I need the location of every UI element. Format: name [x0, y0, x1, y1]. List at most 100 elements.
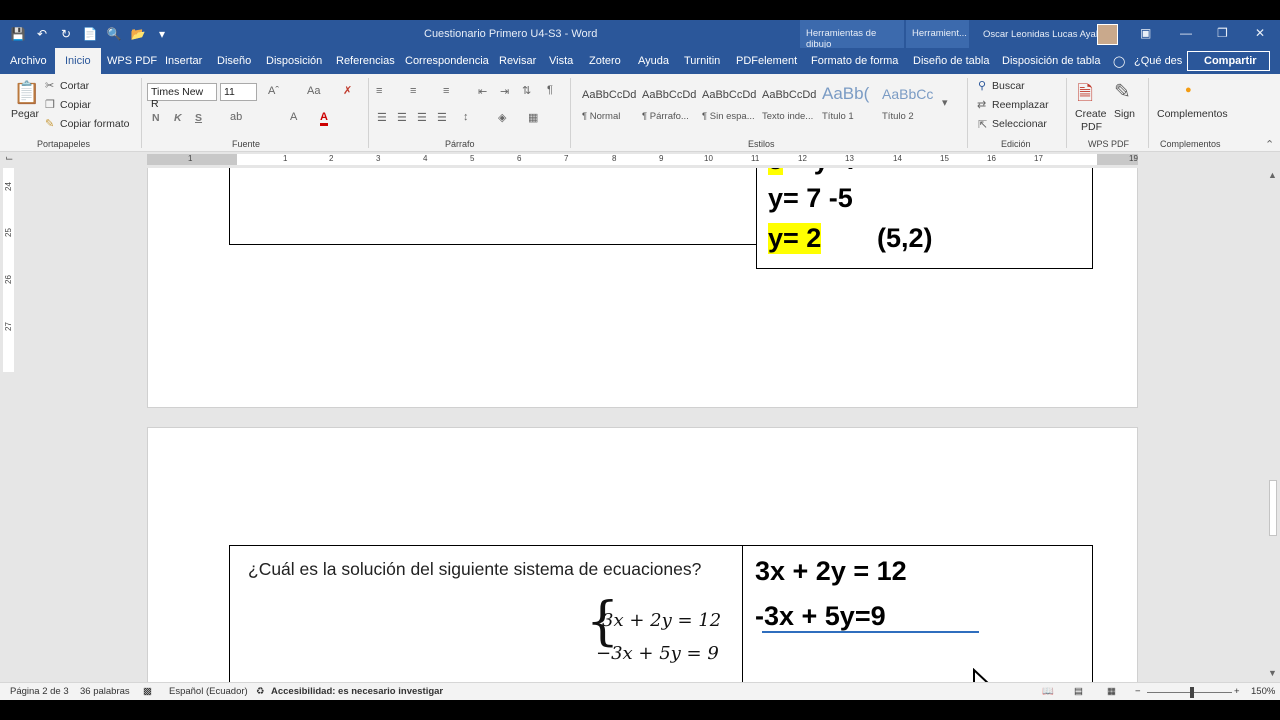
accessibility-status[interactable]: Accesibilidad: es necesario investigar	[271, 686, 443, 697]
tab-insertar[interactable]: Insertar	[165, 55, 202, 67]
zoom-out-icon[interactable]: −	[1135, 686, 1141, 697]
tab-ayuda[interactable]: Ayuda	[638, 55, 669, 67]
close-icon[interactable]: ✕	[1255, 26, 1265, 40]
print-layout-icon[interactable]: ▤	[1074, 686, 1083, 697]
new-document-icon[interactable]: 📄	[82, 26, 98, 42]
page-2[interactable]: ¿Cuál es la solución del siguiente siste…	[147, 427, 1138, 682]
scrollbar-thumb[interactable]	[1269, 480, 1277, 536]
print-preview-icon[interactable]: 🔍	[106, 26, 122, 42]
open-folder-icon[interactable]: 📂	[130, 26, 146, 42]
user-name[interactable]: Oscar Leonidas Lucas Ayala	[983, 29, 1103, 40]
lightbulb-icon[interactable]: ◯	[1113, 55, 1125, 68]
addins-icon[interactable]: ●	[1185, 84, 1192, 96]
style-texto-independiente[interactable]: AaBbCcDd Texto inde...	[758, 82, 816, 128]
replace-icon[interactable]: ⇄	[977, 98, 986, 111]
tab-selector-icon[interactable]: ⌙	[5, 153, 13, 164]
create-pdf-button[interactable]: Create	[1075, 108, 1107, 120]
zoom-level[interactable]: 150%	[1251, 686, 1275, 697]
format-painter-button[interactable]: Copiar formato	[60, 118, 129, 130]
style-normal[interactable]: AaBbCcDd ¶ Normal	[578, 82, 636, 128]
zoom-in-icon[interactable]: +	[1234, 686, 1240, 697]
style-parrafo[interactable]: AaBbCcDd ¶ Párrafo...	[638, 82, 696, 128]
web-layout-icon[interactable]: ▦	[1107, 686, 1116, 697]
tell-me-search[interactable]: ¿Qué des	[1134, 55, 1182, 67]
align-right-icon[interactable]: ☰	[417, 111, 427, 124]
tab-correspondencia[interactable]: Correspondencia	[405, 55, 489, 67]
search-icon[interactable]: ⚲	[978, 79, 986, 92]
shading-icon[interactable]: ◈	[498, 111, 506, 124]
avatar[interactable]	[1097, 24, 1118, 45]
tab-wps-pdf[interactable]: WPS PDF	[107, 55, 157, 67]
italic-button[interactable]: K	[174, 112, 182, 124]
align-left-icon[interactable]: ☰	[377, 111, 387, 124]
tab-disposicion-de-tabla[interactable]: Disposición de tabla	[1002, 55, 1100, 67]
restore-icon[interactable]: ❐	[1217, 26, 1228, 40]
font-name-combo[interactable]: Times New R	[147, 83, 217, 110]
sort-icon[interactable]: ⇅	[522, 84, 531, 97]
font-size-combo[interactable]: 11	[220, 83, 257, 101]
strikethrough-icon[interactable]: ab	[230, 111, 242, 123]
addins-button[interactable]: Complementos	[1157, 108, 1228, 120]
bullets-icon[interactable]: ≡	[376, 85, 382, 97]
tab-diseno[interactable]: Diseño	[217, 55, 251, 67]
zoom-slider-thumb[interactable]	[1190, 687, 1194, 698]
minimize-icon[interactable]: —	[1180, 26, 1192, 40]
page-indicator[interactable]: Página 2 de 3	[10, 686, 69, 697]
format-painter-icon[interactable]: ✎	[45, 117, 54, 130]
horizontal-ruler[interactable]: 1 1 2 3 4 5 6 7 8 9 10 11 12 13 14 15 16…	[147, 154, 1138, 165]
tab-turnitin[interactable]: Turnitin	[684, 55, 720, 67]
tab-formato-de-forma[interactable]: Formato de forma	[811, 55, 898, 67]
tab-revisar[interactable]: Revisar	[499, 55, 536, 67]
proofing-icon[interactable]: ▩	[143, 686, 152, 697]
tab-referencias[interactable]: Referencias	[336, 55, 395, 67]
underline-shape[interactable]	[762, 631, 979, 633]
styles-more-icon[interactable]: ▾	[942, 96, 948, 109]
tab-diseno-de-tabla[interactable]: Diseño de tabla	[913, 55, 989, 67]
vertical-scrollbar[interactable]: ▲ ▼	[1266, 168, 1280, 682]
align-center-icon[interactable]: ☰	[397, 111, 407, 124]
bold-button[interactable]: N	[152, 112, 160, 124]
copy-button[interactable]: Copiar	[60, 99, 91, 111]
increase-indent-icon[interactable]: ⇥	[500, 85, 509, 98]
share-button[interactable]: Compartir	[1187, 51, 1270, 71]
redo-icon[interactable]: ↻	[58, 26, 74, 42]
underline-button[interactable]: S	[195, 112, 202, 124]
grow-font-icon[interactable]: Aˆ	[268, 85, 279, 97]
decrease-indent-icon[interactable]: ⇤	[478, 85, 487, 98]
justify-icon[interactable]: ☰	[437, 111, 447, 124]
context-tab-table-tools[interactable]: Herramient...	[906, 20, 969, 48]
read-mode-icon[interactable]: 📖	[1042, 686, 1054, 697]
collapse-ribbon-icon[interactable]: ⌃	[1265, 138, 1274, 151]
answer-cell[interactable]: 3x + 2y = 12 -3x + 5y=9	[742, 545, 1093, 682]
question-cell[interactable]: ¿Cuál es la solución del siguiente siste…	[229, 545, 743, 682]
word-count[interactable]: 36 palabras	[80, 686, 130, 697]
change-case-icon[interactable]: Aa	[307, 85, 320, 97]
style-titulo-2[interactable]: AaBbCc Título 2	[878, 82, 936, 128]
undo-icon[interactable]: ↶	[34, 26, 50, 42]
replace-button[interactable]: Reemplazar	[992, 99, 1049, 111]
table-cell-left[interactable]	[229, 168, 757, 245]
customize-icon[interactable]: ▾	[154, 26, 170, 42]
table-cell-right[interactable]: 5 + y=7 y= 7 -5 y= 2 (5,2)	[756, 168, 1093, 269]
language-indicator[interactable]: Español (Ecuador)	[169, 686, 248, 697]
tab-vista[interactable]: Vista	[549, 55, 573, 67]
save-icon[interactable]: 💾	[10, 26, 26, 42]
style-titulo-1[interactable]: AaBb( Título 1	[818, 82, 876, 128]
scroll-down-icon[interactable]: ▼	[1268, 668, 1277, 678]
sign-icon[interactable]: ✎	[1114, 79, 1131, 104]
clear-format-icon[interactable]: ✗	[343, 84, 352, 97]
page-1[interactable]: 5 + y=7 y= 7 -5 y= 2 (5,2)	[147, 168, 1138, 408]
sign-button[interactable]: Sign	[1114, 108, 1135, 120]
select-button[interactable]: Seleccionar	[992, 118, 1047, 130]
copy-icon[interactable]: ❐	[45, 98, 55, 111]
style-sin-espaciado[interactable]: AaBbCcDd ¶ Sin espa...	[698, 82, 756, 128]
tab-zotero[interactable]: Zotero	[589, 55, 621, 67]
numbering-icon[interactable]: ≡	[410, 85, 416, 97]
text-effects-icon[interactable]: A	[290, 111, 297, 123]
paste-button[interactable]: Pegar	[11, 108, 39, 120]
cut-button[interactable]: Cortar	[60, 80, 89, 92]
context-tab-drawing-tools[interactable]: Herramientas de dibujo	[800, 20, 904, 50]
vertical-ruler[interactable]: 24 25 26 27	[3, 168, 14, 372]
multilevel-list-icon[interactable]: ≡	[443, 85, 449, 97]
font-color-icon[interactable]: A	[320, 111, 328, 126]
